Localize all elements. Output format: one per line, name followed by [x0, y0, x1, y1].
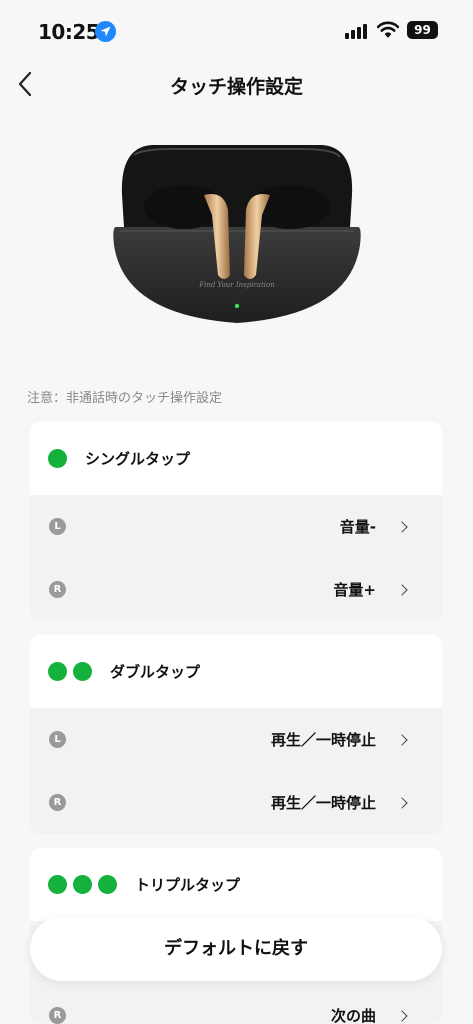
- tap-dot: [48, 662, 67, 681]
- left-earbud-icon: L: [49, 731, 66, 748]
- tap-dot: [73, 875, 92, 894]
- single-tap-left-value: 音量-: [339, 518, 376, 536]
- chevron-right-icon: [396, 796, 408, 809]
- triple-tap-header: トリプルタップ: [30, 848, 442, 921]
- chevron-right-icon: [396, 583, 408, 596]
- chevron-right-icon: [396, 1009, 408, 1022]
- triple-tap-title: トリプルタップ: [135, 876, 241, 894]
- single-tap-header: シングルタップ: [30, 422, 442, 495]
- tap-count-indicator: [48, 449, 67, 468]
- tap-dot: [98, 875, 117, 894]
- right-earbud-icon: R: [49, 1007, 66, 1024]
- status-time: 10:25: [38, 20, 100, 44]
- tap-count-indicator: [48, 875, 117, 894]
- double-tap-right-row[interactable]: R 再生／一時停止: [30, 771, 442, 834]
- tap-count-indicator: [48, 662, 92, 681]
- right-earbud-icon: R: [49, 794, 66, 811]
- double-tap-left-value: 再生／一時停止: [270, 731, 376, 749]
- earbuds-case-image: Find Your Inspiration: [113, 145, 361, 323]
- double-tap-right-value: 再生／一時停止: [270, 794, 376, 812]
- wifi-icon: [376, 21, 400, 42]
- cellular-signal-icon: [345, 23, 369, 39]
- tap-dot: [48, 449, 67, 468]
- status-bar: 10:25 99: [0, 0, 473, 60]
- location-arrow-icon: [95, 21, 116, 42]
- single-tap-right-value: 音量+: [333, 581, 376, 599]
- screen: 10:25 99 タッチ操作設定 Find Your Inspiration 注…: [0, 0, 473, 1024]
- triple-tap-right-row[interactable]: R 次の曲: [30, 984, 442, 1024]
- double-tap-header: ダブルタップ: [30, 635, 442, 708]
- single-tap-title: シングルタップ: [85, 450, 191, 468]
- right-earbud-icon: R: [49, 581, 66, 598]
- single-tap-right-row[interactable]: R 音量+: [30, 558, 442, 621]
- triple-tap-right-value: 次の曲: [330, 1007, 376, 1024]
- chevron-right-icon: [396, 520, 408, 533]
- case-engraving: Find Your Inspiration: [198, 281, 275, 289]
- single-tap-left-row[interactable]: L 音量-: [30, 495, 442, 558]
- double-tap-title: ダブルタップ: [110, 663, 201, 681]
- single-tap-card: シングルタップ L 音量- R 音量+: [30, 422, 442, 621]
- reset-to-default-button[interactable]: デフォルトに戻す: [30, 917, 442, 981]
- double-tap-left-row[interactable]: L 再生／一時停止: [30, 708, 442, 771]
- status-led: [234, 303, 240, 309]
- note-text: 注意：非通話時のタッチ操作設定: [27, 391, 223, 406]
- page-title: タッチ操作設定: [169, 76, 303, 98]
- chevron-right-icon: [396, 733, 408, 746]
- left-earbud-icon: L: [49, 518, 66, 535]
- double-tap-card: ダブルタップ L 再生／一時停止 R 再生／一時停止: [30, 635, 442, 834]
- tap-dot: [48, 875, 67, 894]
- battery-icon: 99: [407, 21, 438, 39]
- tap-dot: [73, 662, 92, 681]
